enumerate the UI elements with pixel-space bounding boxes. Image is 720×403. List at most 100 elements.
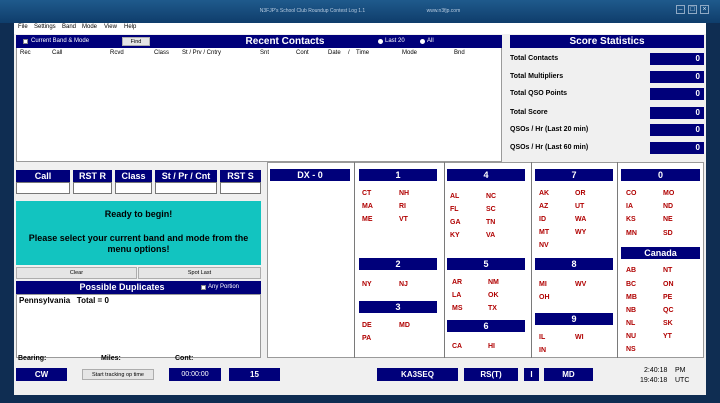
all-radio[interactable] (420, 39, 425, 44)
province-nb: NB (626, 307, 637, 314)
total-multipliers-label: Total Multipliers (510, 73, 564, 80)
province-on: ON (663, 281, 674, 288)
close-icon[interactable]: × (700, 5, 709, 14)
column-bnd[interactable]: Bnd (454, 50, 465, 56)
current-band-mode-label: Current Band & Mode (31, 38, 90, 44)
state-wa: WA (575, 216, 587, 223)
district-5-header: 5 (447, 258, 525, 270)
state-or: OR (575, 190, 586, 197)
minimize-icon[interactable]: – (676, 5, 685, 14)
province-qc: QC (663, 307, 674, 314)
state-az: AZ (539, 203, 549, 210)
state-co: CO (626, 190, 637, 197)
state-tn: TN (486, 219, 496, 226)
find-button[interactable]: Find (122, 37, 150, 46)
state-ak: AK (539, 190, 550, 197)
column-time[interactable]: Time (356, 50, 369, 56)
state-wv: WV (575, 281, 587, 288)
state-mt: MT (539, 229, 550, 236)
state-md: MD (399, 322, 410, 329)
column-class[interactable]: Class (154, 50, 169, 56)
bearing-label: Bearing: (18, 355, 47, 362)
state-province-country-input[interactable] (155, 182, 217, 194)
column-rec[interactable]: Rec (20, 50, 31, 56)
column-cont[interactable]: Cont (296, 50, 309, 56)
menu-help[interactable]: Help (124, 24, 136, 30)
state-mo: MO (663, 190, 675, 197)
rst-received-header: RST R (73, 170, 112, 182)
rst-sent-header: RST S (220, 170, 261, 182)
column-mode[interactable]: Mode (402, 50, 417, 56)
rst-sent-input[interactable] (220, 182, 261, 194)
state-ok: OK (488, 292, 499, 299)
column-snt[interactable]: Snt (260, 50, 269, 56)
state-ms: MS (452, 305, 463, 312)
state-nh: NH (399, 190, 410, 197)
utc-label: UTC (675, 377, 690, 384)
province-ns: NS (626, 346, 636, 353)
state-ga: GA (450, 219, 461, 226)
province-nu: NU (626, 333, 637, 340)
rst-received-input[interactable] (73, 182, 112, 194)
start-tracking-op-time-button[interactable]: Start tracking op time (82, 369, 154, 380)
grid-divider-4 (617, 162, 618, 358)
column-rcvd[interactable]: Rcvd (110, 50, 124, 56)
clear-button[interactable]: Clear (16, 267, 137, 279)
all-label: All (427, 38, 434, 44)
any-portion-checkbox[interactable] (201, 285, 206, 290)
current-band-mode-checkbox[interactable] (23, 39, 28, 44)
local-ampm: PM (675, 367, 686, 374)
state-province-country-header: St / Pr / Cnt (155, 170, 217, 182)
state-mi: MI (539, 281, 547, 288)
total-score-value: 0 (650, 107, 704, 119)
total-qso-points-value: 0 (650, 88, 704, 100)
bearing-value: CW (16, 368, 67, 381)
state-il: IL (539, 334, 546, 341)
state-ia: IA (626, 203, 633, 210)
menu-band[interactable]: Band (62, 24, 76, 30)
canada-header: Canada (621, 247, 700, 259)
menu-mode[interactable]: Mode (82, 24, 97, 30)
district-6-header: 6 (447, 320, 525, 332)
state-ks: KS (626, 216, 636, 223)
last-20-radio[interactable] (378, 39, 383, 44)
qsos-per-hour-20-label: QSOs / Hr (Last 20 min) (510, 126, 589, 133)
state-nj: NJ (399, 281, 408, 288)
district-4-header: 4 (447, 169, 525, 181)
any-portion-label: Any Portion (208, 284, 240, 290)
state-hi: HI (488, 343, 495, 350)
column-call[interactable]: Call (52, 50, 62, 56)
cont-label: Cont: (175, 355, 194, 362)
call-input[interactable] (16, 182, 70, 194)
state-va: VA (486, 232, 496, 239)
menu-file[interactable]: File (18, 24, 28, 30)
state-al: AL (450, 193, 460, 200)
district-0-header: 0 (621, 169, 700, 181)
province-pe: PE (663, 294, 673, 301)
state-sd: SD (663, 230, 673, 237)
state-ca: CA (452, 343, 463, 350)
recent-contacts-title: Recent Contacts (245, 36, 325, 47)
menu-view[interactable]: View (104, 24, 117, 30)
class-input[interactable] (115, 182, 152, 194)
total-contacts-label: Total Contacts (510, 55, 559, 62)
province-mb: MB (626, 294, 637, 301)
column-state-province-country[interactable]: St / Prv / Cntry (182, 50, 221, 56)
maximize-icon[interactable]: □ (688, 5, 697, 14)
score-statistics-title: Score Statistics (510, 35, 704, 48)
state-de: DE (362, 322, 372, 329)
total-contacts-value: 0 (650, 53, 704, 65)
rs-mode-display: RS(T) (464, 368, 518, 381)
state-vt: VT (399, 216, 408, 223)
province-ab: AB (626, 267, 637, 274)
district-1-header: 1 (359, 169, 437, 181)
state-mn: MN (626, 230, 637, 237)
qsos-per-hour-60-value: 0 (650, 142, 704, 154)
menu-settings[interactable]: Settings (34, 24, 56, 30)
spot-last-button[interactable]: Spot Last (138, 267, 261, 279)
recent-contacts-panel (16, 35, 502, 162)
grid-divider-2 (444, 162, 445, 358)
column-date[interactable]: Date (328, 50, 341, 56)
class-header: Class (115, 170, 152, 182)
total-score-label: Total Score (510, 109, 548, 116)
